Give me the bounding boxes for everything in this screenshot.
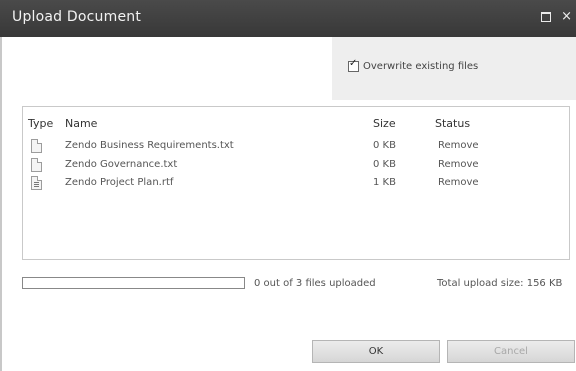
file-row: Zendo Business Requirements.txt 0 KB Rem…: [23, 138, 569, 155]
file-row: Zendo Governance.txt 0 KB Remove: [23, 157, 569, 174]
left-edge: [0, 37, 2, 371]
column-header-size: Size: [373, 117, 396, 130]
file-row: Zendo Project Plan.rtf 1 KB Remove: [23, 175, 569, 192]
overwrite-option[interactable]: Overwrite existing files: [348, 60, 479, 72]
text-file-icon: [31, 139, 42, 153]
file-list: Type Name Size Status Zendo Business Req…: [22, 106, 570, 260]
column-header-type: Type: [28, 117, 54, 130]
column-header-name: Name: [65, 117, 98, 130]
rtf-file-icon: [31, 176, 42, 190]
window-controls: ×: [535, 9, 572, 24]
remove-link[interactable]: Remove: [438, 159, 479, 170]
upload-document-dialog: Upload Document × Overwrite existing fil…: [0, 0, 576, 371]
dialog-title: Upload Document: [12, 9, 142, 25]
upload-status-text: 0 out of 3 files uploaded: [254, 278, 376, 289]
file-name: Zendo Business Requirements.txt: [65, 140, 234, 151]
file-name: Zendo Governance.txt: [65, 159, 178, 170]
remove-link[interactable]: Remove: [438, 177, 479, 188]
total-upload-size: Total upload size: 156 KB: [437, 278, 563, 289]
remove-link[interactable]: Remove: [438, 140, 479, 151]
file-size: 1 KB: [373, 177, 396, 188]
upload-progress-bar: [22, 277, 245, 289]
column-header-status: Status: [435, 117, 471, 130]
overwrite-checkbox[interactable]: [348, 60, 359, 72]
text-file-icon: [31, 158, 42, 172]
maximize-icon[interactable]: [540, 11, 551, 22]
file-size: 0 KB: [373, 140, 396, 151]
overwrite-label: Overwrite existing files: [363, 61, 479, 72]
file-size: 0 KB: [373, 159, 396, 170]
upload-options-panel: Overwrite existing files: [332, 37, 576, 100]
ok-button[interactable]: OK: [312, 340, 440, 363]
cancel-button[interactable]: Cancel: [447, 340, 575, 363]
file-name: Zendo Project Plan.rtf: [65, 177, 174, 188]
title-bar: Upload Document ×: [0, 0, 576, 37]
close-icon[interactable]: ×: [561, 9, 572, 24]
